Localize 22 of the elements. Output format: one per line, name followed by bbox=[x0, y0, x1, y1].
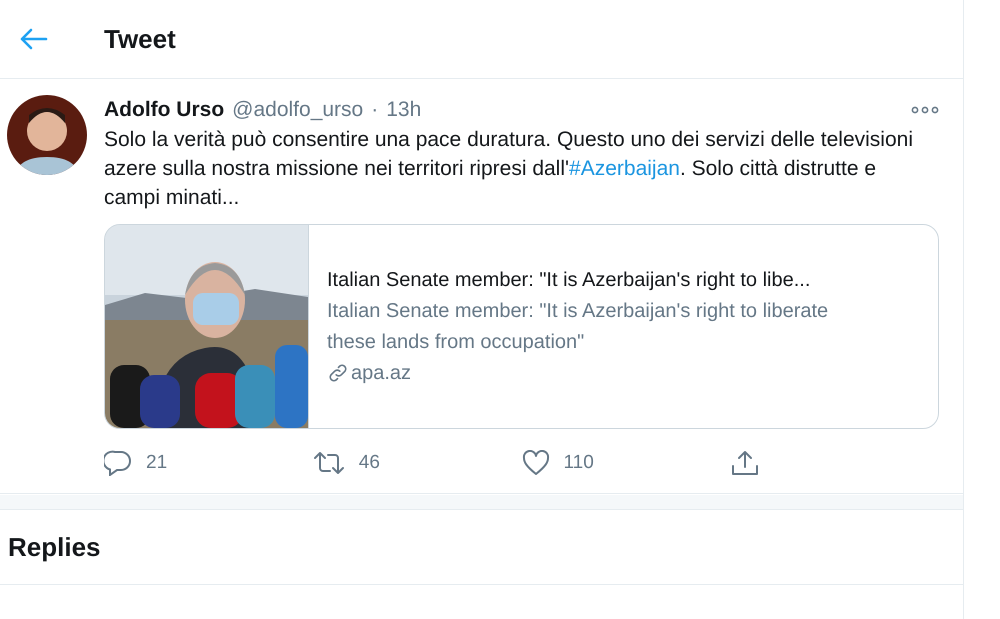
link-preview-card[interactable]: Italian Senate member: "It is Azerbaijan's right to libe... Italian Senate member: "It is Azerbaijan's right to liberate these lands from occupation" apa.az bbox=[104, 224, 939, 429]
card-domain: apa.az bbox=[351, 360, 412, 386]
link-icon bbox=[327, 362, 349, 384]
card-title: Italian Senate member: "It is Azerbaijan's right to libe... bbox=[327, 268, 812, 292]
card-description: Italian Senate member: "It is Azerbaijan's right to liberate these lands from occupation" bbox=[327, 298, 830, 354]
retweet-icon[interactable] bbox=[312, 451, 345, 475]
reply-icon[interactable] bbox=[104, 450, 132, 476]
back-arrow-icon[interactable] bbox=[18, 27, 48, 51]
author-handle[interactable]: @adolfo_urso bbox=[232, 98, 364, 122]
action-count: 21 bbox=[146, 452, 168, 474]
action-count: 46 bbox=[358, 452, 380, 474]
heart-icon[interactable] bbox=[522, 450, 550, 476]
tweet-text: Solo la verità può consentire una pace duratura. Questo uno dei servizi delle televisioni azere sulla nostra missione nei territori ripresi dall'#Azerbaijan. Solo città distrutte e campi minati... bbox=[104, 127, 914, 211]
action-count: 110 bbox=[564, 452, 594, 474]
hashtag-link[interactable]: #Azerbaijan bbox=[569, 157, 680, 180]
section-title: Replies bbox=[8, 532, 100, 562]
more-icon[interactable] bbox=[911, 106, 939, 114]
tweet-time[interactable]: 13h bbox=[386, 98, 422, 122]
dot-separator: · bbox=[371, 98, 378, 122]
author-name[interactable]: Adolfo Urso bbox=[104, 98, 224, 122]
share-icon[interactable] bbox=[730, 449, 760, 477]
page-title: Tweet bbox=[104, 24, 176, 54]
